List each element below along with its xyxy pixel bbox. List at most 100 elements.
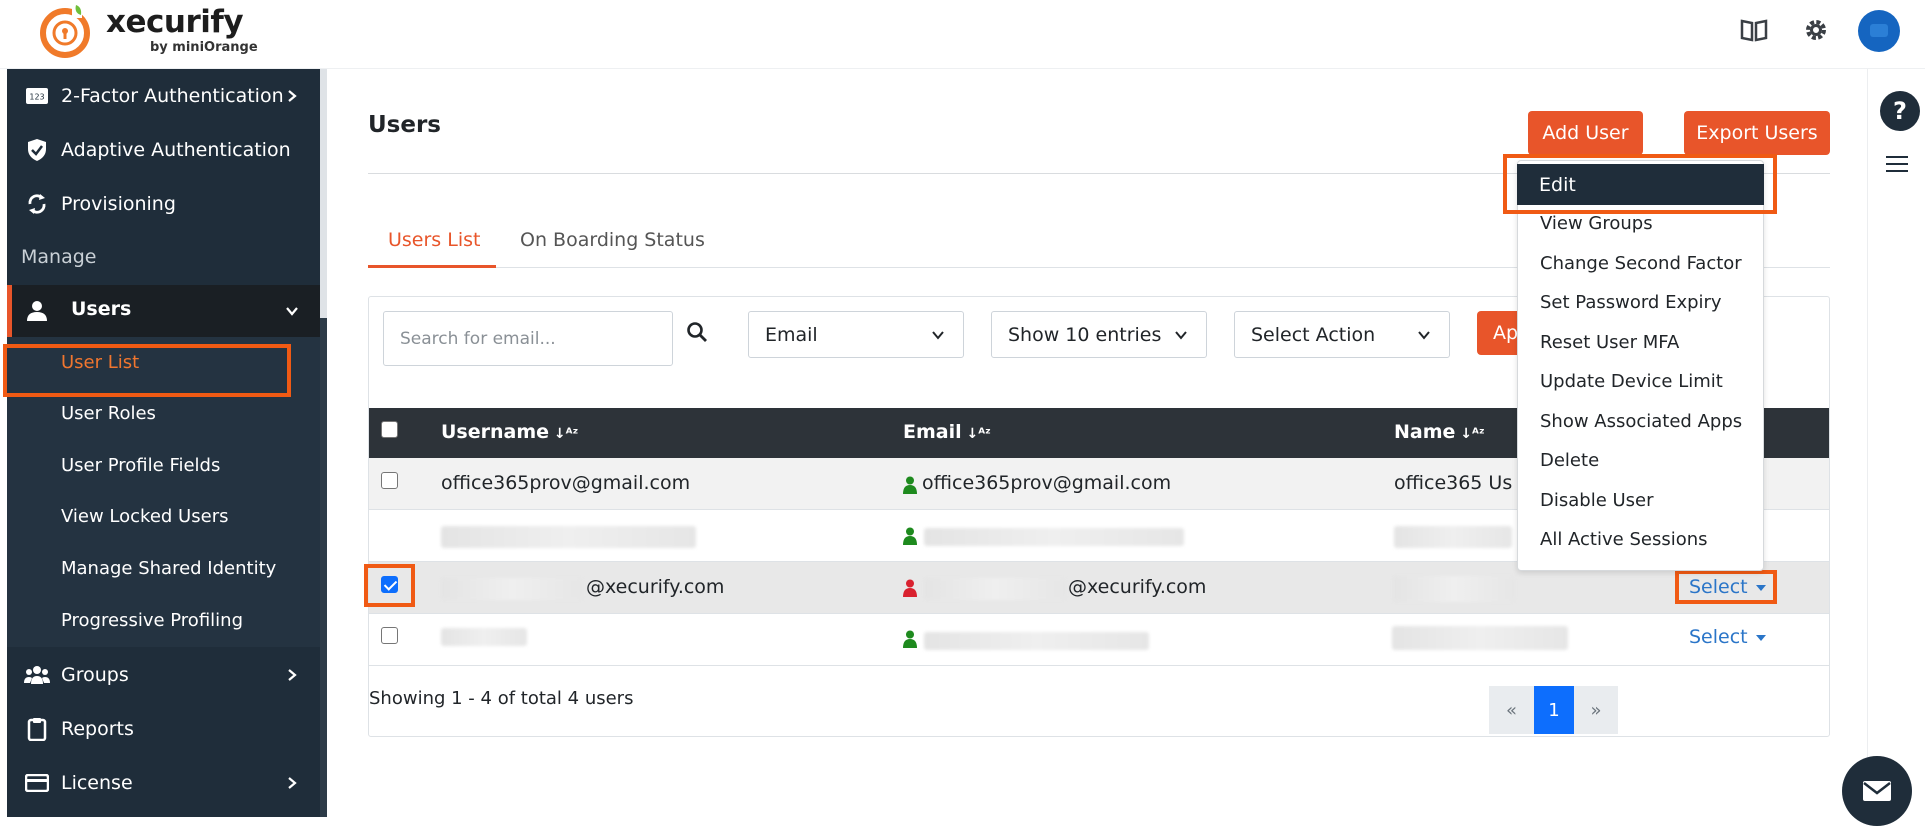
- redacted-name: [1393, 576, 1515, 602]
- sidebar-subitem-user-roles[interactable]: User Roles: [61, 403, 156, 424]
- pagination-summary: Showing 1 - 4 of total 4 users: [369, 688, 634, 709]
- export-users-button[interactable]: Export Users: [1684, 111, 1830, 155]
- groups-icon: [23, 661, 51, 689]
- menu-icon[interactable]: [1886, 155, 1910, 173]
- sidebar-item-reports[interactable]: Reports: [7, 702, 320, 756]
- menu-item-disable-user[interactable]: Disable User: [1540, 490, 1654, 511]
- row-checkbox[interactable]: [381, 472, 398, 489]
- avatar[interactable]: [1858, 10, 1900, 52]
- sidebar-item-license[interactable]: License: [7, 756, 320, 810]
- pagination-prev[interactable]: «: [1489, 686, 1534, 734]
- mail-icon[interactable]: [1842, 756, 1912, 826]
- brand-subtitle: by miniOrange: [150, 40, 258, 55]
- add-user-button[interactable]: Add User: [1528, 111, 1643, 155]
- redacted-username: [441, 628, 527, 646]
- sidebar-scrollbar[interactable]: [320, 318, 327, 817]
- menu-item-edit[interactable]: Edit: [1517, 164, 1764, 205]
- select-all-checkbox[interactable]: [381, 421, 398, 438]
- sidebar-section-manage: Manage: [21, 246, 97, 268]
- menu-item-change-second-factor[interactable]: Change Second Factor: [1540, 253, 1742, 274]
- chevron-right-icon: [288, 777, 297, 789]
- pagination-page-1[interactable]: 1: [1534, 686, 1574, 734]
- row-email: @xecurify.com: [1068, 576, 1207, 598]
- redacted-username: [441, 526, 696, 548]
- row-email: office365prov@gmail.com: [922, 472, 1172, 494]
- sidebar-subitem-user-profile-fields[interactable]: User Profile Fields: [61, 455, 220, 476]
- table-row: Select: [369, 614, 1829, 666]
- 2fa-icon: 123: [23, 82, 51, 110]
- sidebar-item-provisioning[interactable]: Provisioning: [7, 177, 320, 231]
- sidebar-item-label: Users: [71, 298, 132, 320]
- menu-item-update-device-limit[interactable]: Update Device Limit: [1540, 371, 1723, 392]
- right-rail: [1867, 69, 1925, 817]
- tab-users-list[interactable]: Users List: [388, 229, 480, 251]
- brand-name: xecurify: [106, 4, 244, 40]
- redacted-username: [441, 578, 583, 600]
- menu-item-all-active-sessions[interactable]: All Active Sessions: [1540, 529, 1708, 550]
- search-input[interactable]: Search for email...: [383, 311, 673, 366]
- row-action-menu: View Groups Change Second Factor Set Pas…: [1517, 160, 1764, 571]
- header-email[interactable]: Email ↓ᴬᶻ: [903, 421, 991, 443]
- sidebar-item-label: Groups: [61, 664, 129, 686]
- sidebar-item-adaptive-auth[interactable]: Adaptive Authentication: [7, 123, 320, 177]
- field-select-value: Email: [765, 323, 818, 346]
- row-select-dropdown[interactable]: Select: [1689, 576, 1766, 598]
- redacted-name: [1394, 526, 1512, 548]
- sidebar-item-label: Reports: [61, 718, 134, 740]
- card-icon: [23, 769, 51, 797]
- book-icon[interactable]: [1736, 12, 1772, 48]
- users-submenu: User List User Roles User Profile Fields…: [7, 337, 320, 647]
- header-username[interactable]: Username ↓ᴬᶻ: [441, 421, 578, 443]
- menu-item-view-groups[interactable]: View Groups: [1540, 213, 1653, 234]
- sidebar-item-label: 2-Factor Authentication: [61, 85, 284, 107]
- row-checkbox[interactable]: [381, 576, 398, 593]
- sidebar: 123 2-Factor Authentication Adaptive Aut…: [7, 69, 320, 817]
- action-select[interactable]: Select Action: [1234, 311, 1450, 358]
- entries-select[interactable]: Show 10 entries: [991, 311, 1207, 358]
- row-checkbox[interactable]: [381, 627, 398, 644]
- redacted-email: [924, 632, 1149, 650]
- sidebar-subitem-view-locked-users[interactable]: View Locked Users: [61, 506, 228, 527]
- sidebar-subitem-user-list[interactable]: User List: [61, 352, 139, 373]
- menu-item-delete[interactable]: Delete: [1540, 450, 1599, 471]
- page-title: Users: [368, 112, 441, 138]
- entries-select-value: Show 10 entries: [1008, 323, 1162, 346]
- row-username: office365prov@gmail.com: [441, 472, 691, 494]
- user-status-icon: [903, 476, 917, 494]
- sync-icon: [23, 190, 51, 218]
- menu-item-reset-user-mfa[interactable]: Reset User MFA: [1540, 332, 1679, 353]
- shield-check-icon: [23, 136, 51, 164]
- menu-item-show-associated-apps[interactable]: Show Associated Apps: [1540, 411, 1742, 432]
- action-select-value: Select Action: [1251, 323, 1376, 346]
- clipboard-icon: [23, 715, 51, 743]
- sidebar-item-label: Provisioning: [61, 193, 176, 215]
- sidebar-item-users[interactable]: Users: [7, 285, 320, 337]
- logo[interactable]: [36, 2, 94, 60]
- redacted-email: [924, 578, 1066, 600]
- user-status-icon: [903, 579, 917, 597]
- field-select[interactable]: Email: [748, 311, 964, 358]
- help-icon[interactable]: ?: [1880, 91, 1920, 131]
- tab-onboarding-status[interactable]: On Boarding Status: [520, 229, 705, 251]
- redacted-email: [924, 528, 1184, 546]
- pagination-next[interactable]: »: [1574, 686, 1618, 734]
- row-name: office365 User: [1394, 472, 1512, 494]
- user-icon: [23, 297, 51, 325]
- search-icon[interactable]: [686, 321, 708, 343]
- redacted-name: [1392, 626, 1568, 650]
- chevron-down-icon: [1418, 331, 1430, 340]
- chevron-right-icon: [288, 90, 297, 102]
- user-status-icon: [903, 527, 917, 545]
- sidebar-item-groups[interactable]: Groups: [7, 648, 320, 702]
- sidebar-item-2fa[interactable]: 123 2-Factor Authentication: [7, 69, 320, 123]
- row-select-dropdown[interactable]: Select: [1689, 626, 1766, 648]
- header-name[interactable]: Name ↓ᴬᶻ: [1394, 421, 1485, 443]
- chevron-right-icon: [288, 669, 297, 681]
- sidebar-item-label: License: [61, 772, 133, 794]
- gear-icon[interactable]: [1798, 12, 1834, 48]
- sidebar-subitem-manage-shared-identity[interactable]: Manage Shared Identity: [61, 558, 276, 579]
- chevron-down-icon: [1175, 331, 1187, 340]
- sidebar-item-label: Adaptive Authentication: [61, 139, 291, 161]
- sidebar-subitem-progressive-profiling[interactable]: Progressive Profiling: [61, 610, 243, 631]
- menu-item-set-password-expiry[interactable]: Set Password Expiry: [1540, 292, 1722, 313]
